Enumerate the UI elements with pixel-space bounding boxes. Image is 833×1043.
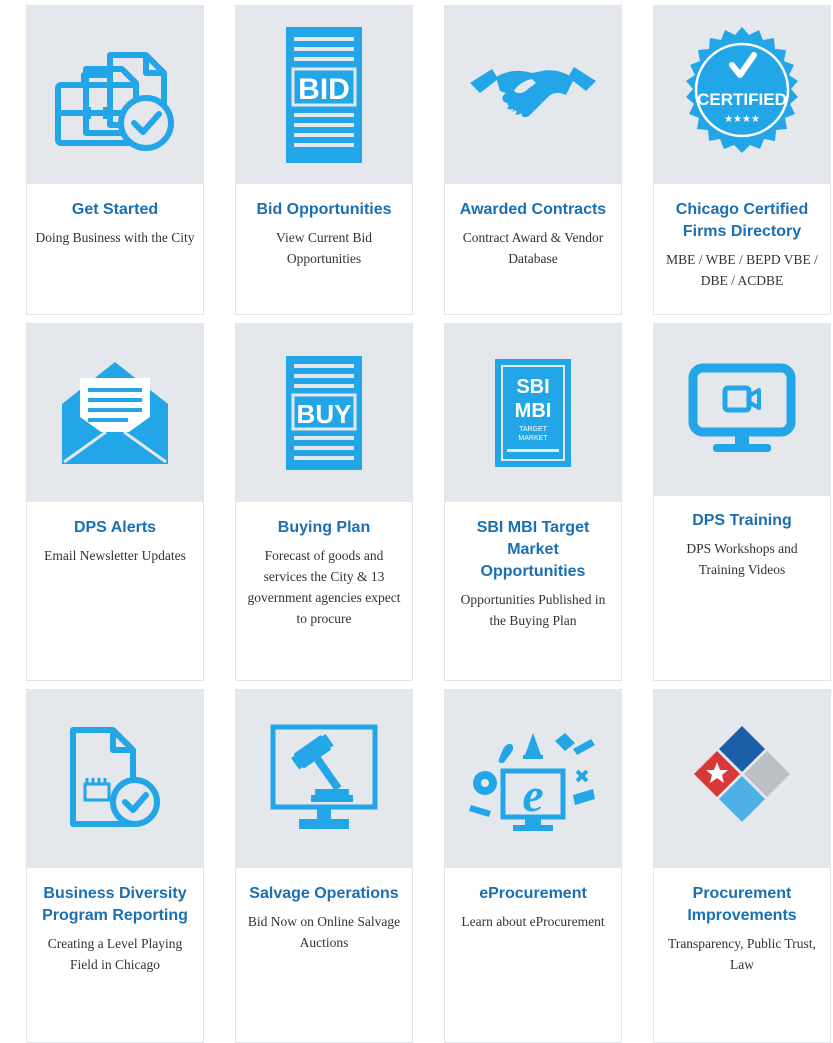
card-title[interactable]: Procurement Improvements [662,883,822,927]
card-image[interactable]: e [445,690,621,868]
card-description: Opportunities Published in the Buying Pl… [460,592,606,628]
card-title[interactable]: Bid Opportunities [244,199,404,221]
card-procurement-improvements[interactable]: Procurement Improvements Transparency, P… [653,689,831,1043]
svg-text:e: e [522,769,543,822]
card-get-started[interactable]: Get Started Doing Business with the City [26,5,204,315]
card-title[interactable]: Get Started [35,199,195,221]
bid-document-icon: BID [286,27,362,163]
card-image[interactable] [27,324,203,502]
card-eprocurement[interactable]: e eProcurement Learn about eProcurement [444,689,622,1043]
card-description: Learn about eProcurement [461,914,605,929]
bid-icon-text: BID [298,73,350,106]
target-icon-text: TARGET [519,426,548,433]
card-title[interactable]: SBI MBI Target Market Opportunities [453,517,613,583]
video-monitor-icon [688,363,796,452]
card-image[interactable]: BID [236,6,412,184]
card-image[interactable] [236,690,412,868]
card-description: Contract Award & Vendor Database [462,230,604,266]
card-salvage-operations[interactable]: Salvage Operations Bid Now on Online Sal… [235,689,413,1043]
card-awarded-contracts[interactable]: Awarded Contracts Contract Award & Vendo… [444,5,622,315]
certified-icon-stars: ★★★★ [724,114,760,125]
card-bid-opportunities[interactable]: BID Bid Opportunities View Current Bid O… [235,5,413,315]
card-description: Doing Business with the City [35,230,195,245]
card-title[interactable]: DPS Alerts [35,517,195,539]
card-title[interactable]: DPS Training [662,510,822,532]
card-description: Bid Now on Online Salvage Auctions [247,914,401,950]
envelope-icon [62,362,168,464]
card-business-diversity-reporting[interactable]: Business Diversity Program Reporting Cre… [26,689,204,1043]
report-document-check-icon [70,727,160,827]
sbi-mbi-document-icon: SBI MBI TARGET MARKET [495,359,571,467]
card-image[interactable] [654,324,830,496]
card-title[interactable]: Awarded Contracts [453,199,613,221]
card-description: MBE / WBE / BEPD VBE / DBE / ACDBE [666,252,818,288]
mbi-icon-text: MBI [515,400,552,422]
diamond-logo-icon [694,726,790,822]
card-dps-training[interactable]: DPS Training DPS Workshops and Training … [653,323,831,681]
card-description: DPS Workshops and Training Videos [686,541,798,577]
card-image[interactable] [27,690,203,868]
card-image[interactable]: BUY [236,324,412,502]
card-image[interactable]: SBI MBI TARGET MARKET [445,324,621,502]
buy-icon-text: BUY [297,399,352,429]
card-description: Transparency, Public Trust, Law [668,936,816,972]
card-image[interactable] [445,6,621,184]
card-certified-firms-directory[interactable]: CERTIFIED ★★★★ Chicago Certified Firms D… [653,5,831,315]
card-title[interactable]: eProcurement [453,883,613,905]
handshake-icon [470,67,596,118]
auction-gavel-monitor-icon [270,724,378,829]
card-description: Creating a Level Playing Field in Chicag… [47,936,183,972]
buy-document-icon: BUY [286,356,362,470]
card-title[interactable]: Salvage Operations [244,883,404,905]
card-description: Forecast of goods and services the City … [247,548,401,626]
card-description: View Current Bid Opportunities [276,230,372,266]
card-title[interactable]: Business Diversity Program Reporting [35,883,195,927]
card-image[interactable] [27,6,203,184]
card-sbi-mbi-target-market[interactable]: SBI MBI TARGET MARKET SBI MBI Target Mar… [444,323,622,681]
certified-seal-icon: CERTIFIED ★★★★ [686,27,798,153]
eprocurement-icon: e [469,733,595,831]
card-title[interactable]: Buying Plan [244,517,404,539]
card-image[interactable]: CERTIFIED ★★★★ [654,6,830,184]
card-buying-plan[interactable]: BUY Buying Plan Forecast of goods and se… [235,323,413,681]
briefcase-document-check-icon [55,52,174,151]
card-image[interactable] [654,690,830,868]
certified-icon-text: CERTIFIED [697,90,787,109]
market-icon-text: MARKET [518,435,548,442]
card-title[interactable]: Chicago Certified Firms Directory [662,199,822,243]
card-dps-alerts[interactable]: DPS Alerts Email Newsletter Updates [26,323,204,681]
sbi-icon-text: SBI [516,376,549,398]
card-description: Email Newsletter Updates [44,548,186,563]
